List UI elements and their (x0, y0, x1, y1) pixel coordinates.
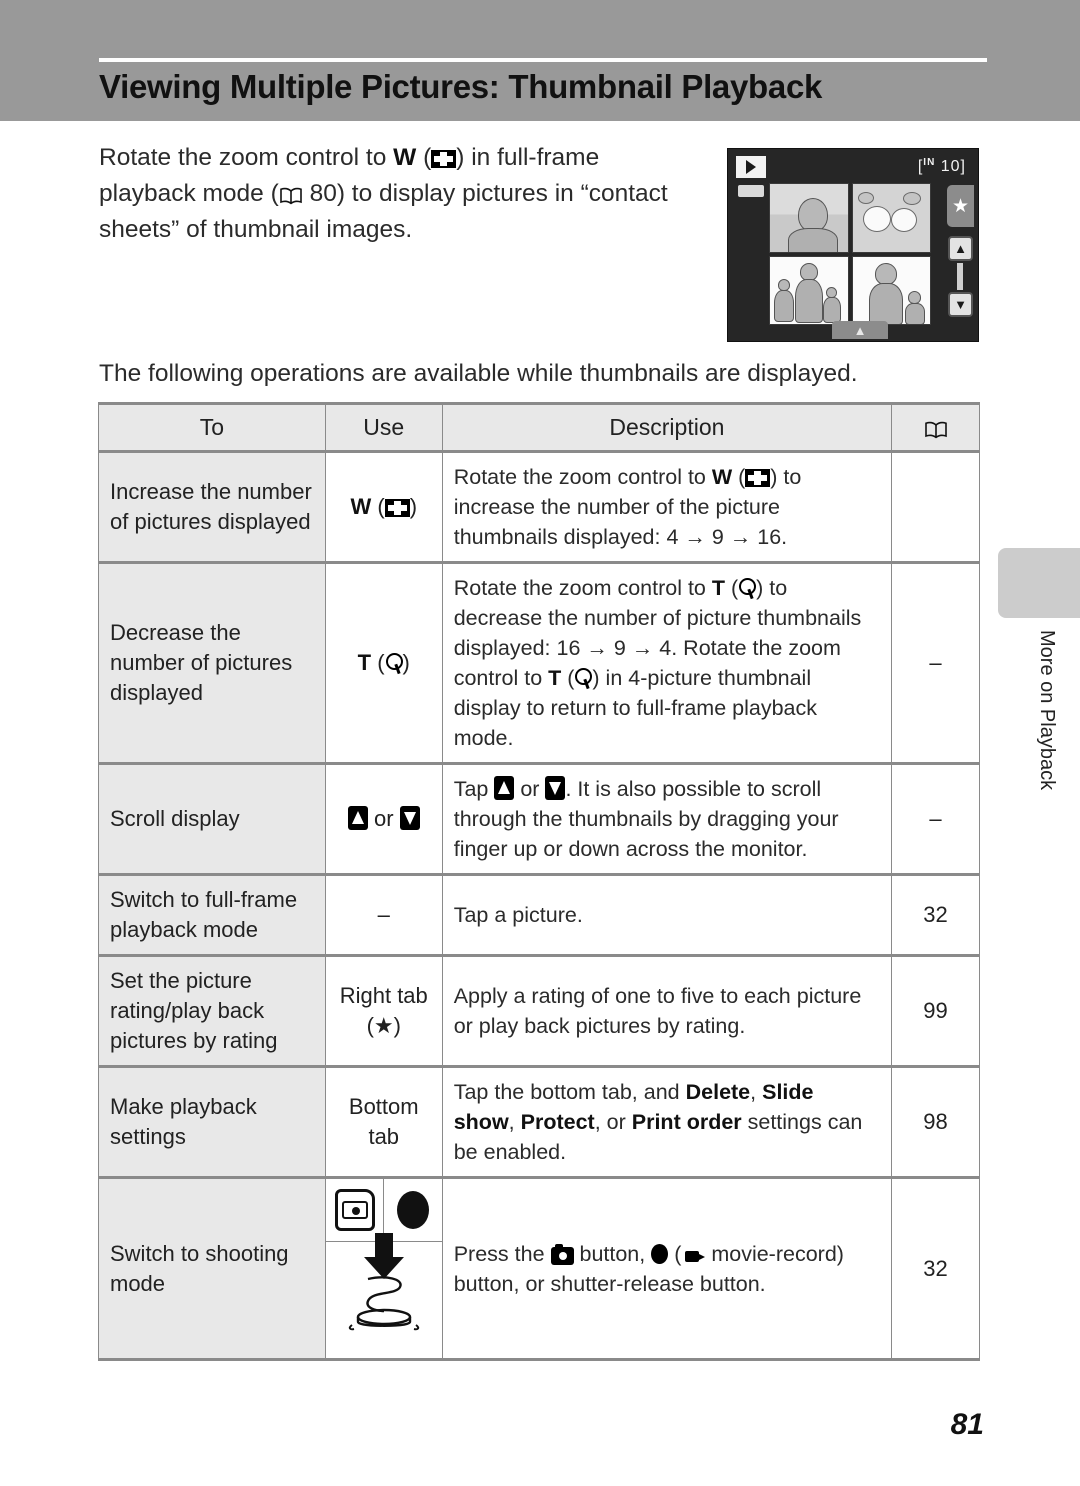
column-header-description: Description (441, 402, 893, 453)
operations-table: To Use Description Increase the number o… (98, 402, 980, 1361)
magnifier-icon (385, 653, 403, 674)
row-control (324, 1177, 443, 1361)
table-row: Set the picture rating/play back picture… (98, 955, 980, 1068)
frame-count-value: 10 (940, 158, 961, 175)
intro-text-c: ) in full-frame (456, 144, 600, 171)
row-reference-page: – (891, 763, 980, 876)
scroll-up-button[interactable]: ▲ (948, 236, 973, 261)
scroll-down-button[interactable]: ▼ (948, 292, 973, 317)
section-tab (998, 548, 1080, 618)
intro-page-ref: 80) to display pictures in “contact (302, 180, 668, 207)
row-control: or (324, 763, 443, 876)
rating-tab[interactable]: ★ (947, 185, 974, 227)
manual-page: Viewing Multiple Pictures: Thumbnail Pla… (0, 0, 1080, 1486)
camera-button-icon-cell (326, 1179, 385, 1241)
row-description: Tap the bottom tab, and Delete, Slide sh… (441, 1066, 893, 1179)
row-control: W () (324, 451, 443, 564)
table-leadin-text: The following operations are available w… (99, 360, 858, 387)
page-title: Viewing Multiple Pictures: Thumbnail Pla… (99, 68, 823, 105)
header-rule (99, 58, 987, 62)
table-row: Make playback settings Bottom tab Tap th… (98, 1066, 980, 1179)
intro-text-e: sheets” of thumbnail images. (99, 216, 413, 243)
row-control: T () (324, 562, 443, 765)
row-control: Right tab (★) (324, 955, 443, 1068)
row-action-label: Increase the number of pictures displaye… (98, 451, 326, 564)
movie-record-icon (681, 1247, 706, 1265)
bottom-tab[interactable]: ▲ (832, 321, 888, 339)
row-reference-page: – (891, 562, 980, 765)
row-description: Rotate the zoom control to T () to decre… (441, 562, 893, 765)
scroll-up-icon (347, 806, 368, 830)
row-description: Press the button, ( movie-record) button… (441, 1177, 893, 1361)
row-action-label: Decrease the number of pictures displaye… (98, 562, 326, 765)
table-header-row: To Use Description (98, 402, 980, 453)
row-action-label: Switch to full-frame playback mode (98, 874, 326, 957)
thumbnail-grid-icon (745, 469, 771, 487)
camera-button-icon (550, 1243, 574, 1265)
table-row: Decrease the number of pictures displaye… (98, 562, 980, 765)
column-header-use: Use (324, 402, 443, 453)
row-action-label: Set the picture rating/play back picture… (98, 955, 326, 1068)
intro-text-b: ( (416, 144, 432, 171)
star-icon: (★) (366, 1013, 401, 1038)
intro-w-label: W (393, 144, 417, 171)
row-reference-page: 99 (891, 955, 980, 1068)
magnifier-icon (574, 668, 593, 689)
page-number: 81 (950, 1408, 984, 1441)
row-description: Rotate the zoom control to W () to incre… (441, 451, 893, 564)
row-control: Bottom tab (324, 1066, 443, 1179)
row-action-label: Make playback settings (98, 1066, 326, 1179)
row-description: Apply a rating of one to five to each pi… (441, 955, 893, 1068)
shutter-press-illustration (325, 1233, 442, 1358)
row-reference-page: 32 (891, 874, 980, 957)
row-description: Tap or . It is also possible to scroll t… (441, 763, 893, 876)
scroll-down-icon (399, 806, 420, 830)
record-button-icon (396, 1191, 429, 1229)
row-control: – (324, 874, 443, 957)
column-header-reference (891, 402, 980, 453)
book-icon (924, 421, 948, 439)
record-button-icon-cell (384, 1179, 441, 1241)
finger-press-icon (348, 1276, 419, 1331)
camera-button-icon (334, 1189, 375, 1231)
intro-text-a: Rotate the zoom control to (99, 144, 394, 171)
row-description: Tap a picture. (441, 874, 893, 957)
row-reference-page (891, 451, 980, 564)
scrollbar[interactable] (957, 263, 963, 290)
record-button-icon (651, 1243, 669, 1264)
thumbnail-grid-icon (431, 150, 457, 168)
thumbnail-3[interactable] (769, 255, 849, 325)
internal-memory-label: IN (923, 157, 936, 168)
row-reference-page: 98 (891, 1066, 980, 1179)
section-tab-label: More on Playback (1036, 630, 1058, 791)
book-icon (279, 187, 303, 205)
frame-counter: [IN 10] (917, 157, 966, 175)
scroll-up-icon (494, 776, 515, 800)
thumbnail-grid (769, 183, 931, 325)
intro-paragraph: Rotate the zoom control to W ( ) in full-… (99, 140, 709, 248)
scroll-down-icon (545, 776, 566, 800)
row-action-label: Switch to shooting mode (98, 1177, 326, 1361)
table-row: Switch to full-frame playback mode – Tap… (98, 874, 980, 957)
thumbnail-grid-icon (384, 499, 410, 517)
battery-icon (738, 185, 764, 197)
table-row: Scroll display or Tap or . It is also po… (98, 763, 980, 876)
thumbnail-4[interactable] (851, 255, 931, 325)
row-reference-page: 32 (891, 1177, 980, 1361)
table-row: Increase the number of pictures displaye… (98, 451, 980, 564)
row-action-label: Scroll display (98, 763, 326, 876)
camera-monitor-illustration: [IN 10] ★ ▲ ▼ ▲ (727, 148, 979, 342)
magnifier-icon (738, 578, 757, 599)
intro-text-d: playback mode ( (99, 180, 279, 207)
thumbnail-1[interactable] (769, 183, 849, 253)
table-row: Switch to shooting mode Press the button… (98, 1177, 980, 1361)
playback-icon (736, 156, 766, 178)
thumbnail-2[interactable] (851, 183, 931, 253)
column-header-to: To (98, 402, 326, 453)
